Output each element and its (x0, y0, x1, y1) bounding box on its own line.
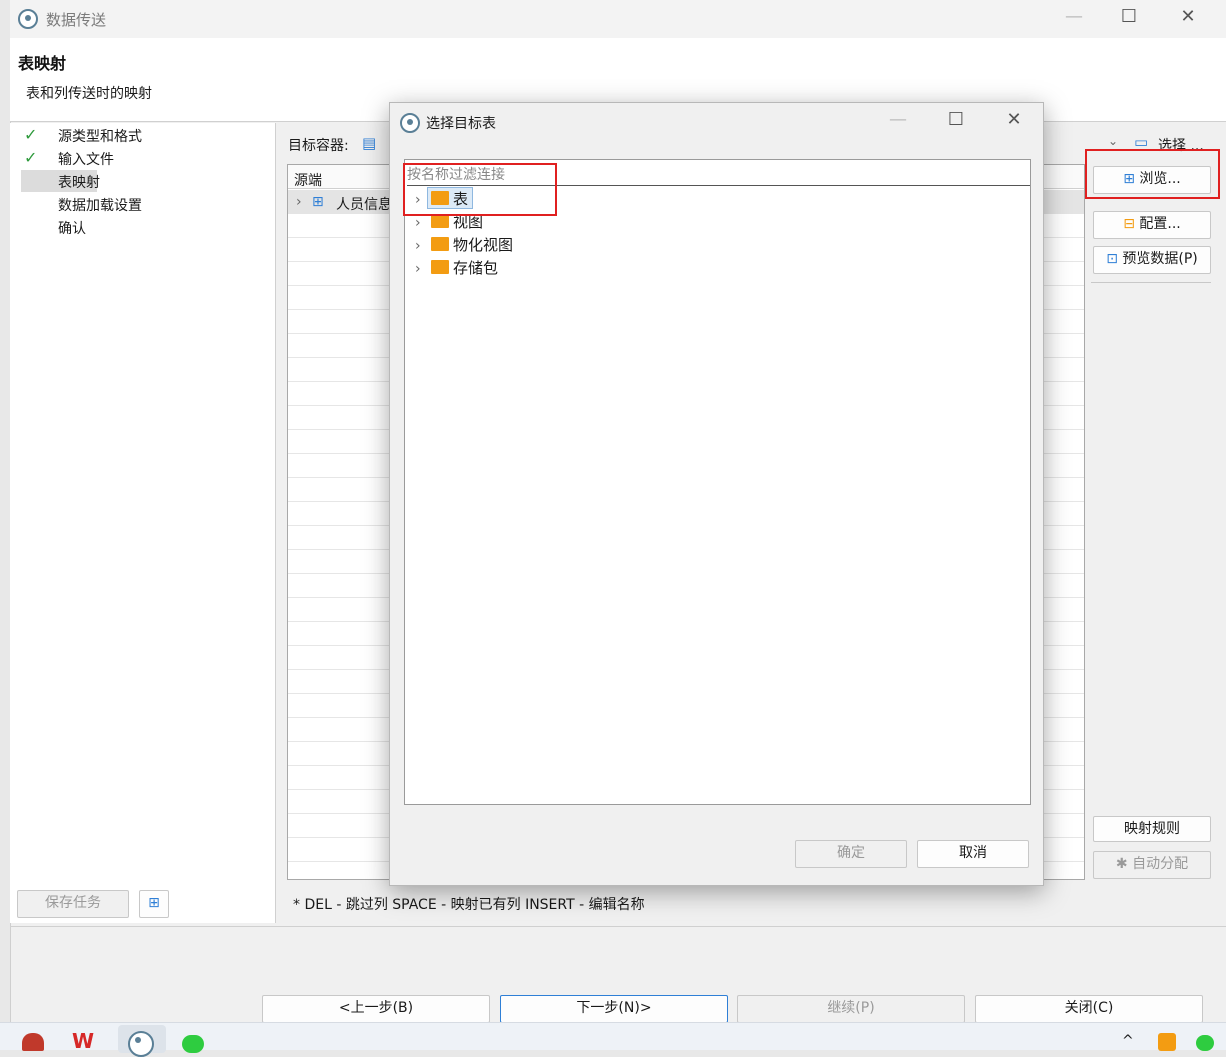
table-icon: ⊞ (312, 194, 324, 210)
preview-icon: ⊡ (1106, 251, 1123, 267)
mapping-rules-button[interactable]: 映射规则 (1093, 816, 1211, 842)
step-input-file[interactable]: 输入文件 (58, 149, 114, 169)
hierarchy-icon[interactable]: ⊞ (139, 890, 169, 918)
highlight-box (403, 163, 557, 216)
save-task-button[interactable]: 保存任务 (17, 890, 129, 918)
close-icon[interactable]: ✕ (994, 109, 1034, 130)
minimize-icon[interactable]: — (1054, 6, 1094, 27)
step-table-mapping[interactable]: 表映射 (58, 172, 100, 192)
check-icon: ✓ (24, 148, 38, 167)
chevron-up-icon[interactable]: ^ (1122, 1033, 1134, 1049)
page-title: 表映射 (18, 54, 67, 73)
next-button[interactable]: 下一步(N)> (500, 995, 728, 1023)
chevron-right-icon[interactable]: › (415, 238, 421, 254)
taskbar: W ^ (0, 1022, 1226, 1057)
preview-data-button[interactable]: ⊡ 预览数据(P) (1093, 246, 1211, 274)
ok-button[interactable]: 确定 (795, 840, 907, 868)
chevron-right-icon[interactable]: › (296, 194, 302, 210)
app-icon[interactable] (128, 1031, 154, 1057)
window-title: 数据传送 (46, 11, 107, 29)
target-tree[interactable]: 按名称过滤连接 › 表 › 视图 › 物化视图 › 存储包 (404, 159, 1031, 805)
check-icon: ✓ (24, 125, 38, 144)
wps-app-icon[interactable]: W (72, 1029, 94, 1053)
close-icon[interactable]: ✕ (1168, 6, 1208, 27)
cancel-button[interactable]: 取消 (917, 840, 1029, 868)
step-load-settings[interactable]: 数据加载设置 (58, 195, 142, 215)
tray-wechat-icon[interactable] (1196, 1035, 1214, 1051)
target-container-label: 目标容器: (288, 138, 349, 154)
minimize-icon[interactable]: — (878, 109, 918, 130)
steps-pane (10, 123, 276, 923)
continue-button[interactable]: 继续(P) (737, 995, 965, 1023)
asterisk-icon: ✱ (1115, 856, 1133, 872)
document-icon: ▤ (362, 134, 377, 152)
chevron-right-icon[interactable]: › (415, 261, 421, 277)
wechat-app-icon[interactable] (182, 1035, 204, 1053)
tray-app-icon[interactable] (1158, 1033, 1176, 1051)
app-icon (400, 113, 420, 133)
database-app-icon[interactable] (22, 1033, 44, 1051)
view-icon (431, 214, 449, 228)
configure-icon: ⊟ (1123, 216, 1140, 232)
chevron-down-icon[interactable]: ⌄ (1108, 134, 1118, 148)
row-name: 人员信息 (336, 197, 392, 213)
close-button[interactable]: 关闭(C) (975, 995, 1203, 1023)
highlight-box (1085, 149, 1220, 199)
prev-button[interactable]: <上一步(B) (262, 995, 490, 1023)
tree-item-packages[interactable]: 存储包 (453, 257, 498, 278)
page-subtitle: 表和列传送时的映射 (26, 86, 152, 102)
configure-button[interactable]: ⊟ 配置... (1093, 211, 1211, 239)
folder-icon (431, 260, 449, 274)
view-icon (431, 237, 449, 251)
maximize-icon[interactable]: ☐ (1109, 6, 1149, 27)
keyboard-hint: * DEL - 跳过列 SPACE - 映射已有列 INSERT - 编辑名称 (293, 897, 645, 913)
column-header-source[interactable]: 源端 (294, 170, 322, 190)
step-confirm[interactable]: 确认 (58, 218, 86, 238)
chevron-right-icon[interactable]: › (415, 215, 421, 231)
tree-item-materialized-views[interactable]: 物化视图 (453, 234, 513, 255)
dialog-title: 选择目标表 (426, 116, 496, 132)
app-icon (18, 9, 38, 29)
title-bar: 数据传送 — ☐ ✕ (10, 0, 1226, 38)
step-source-type[interactable]: 源类型和格式 (58, 126, 142, 146)
maximize-icon[interactable]: ☐ (936, 109, 976, 130)
select-target-table-dialog: 选择目标表 — ☐ ✕ 按名称过滤连接 › 表 › 视图 › 物化视图 › 存储… (389, 102, 1044, 886)
auto-assign-button[interactable]: ✱ 自动分配 (1093, 851, 1211, 879)
